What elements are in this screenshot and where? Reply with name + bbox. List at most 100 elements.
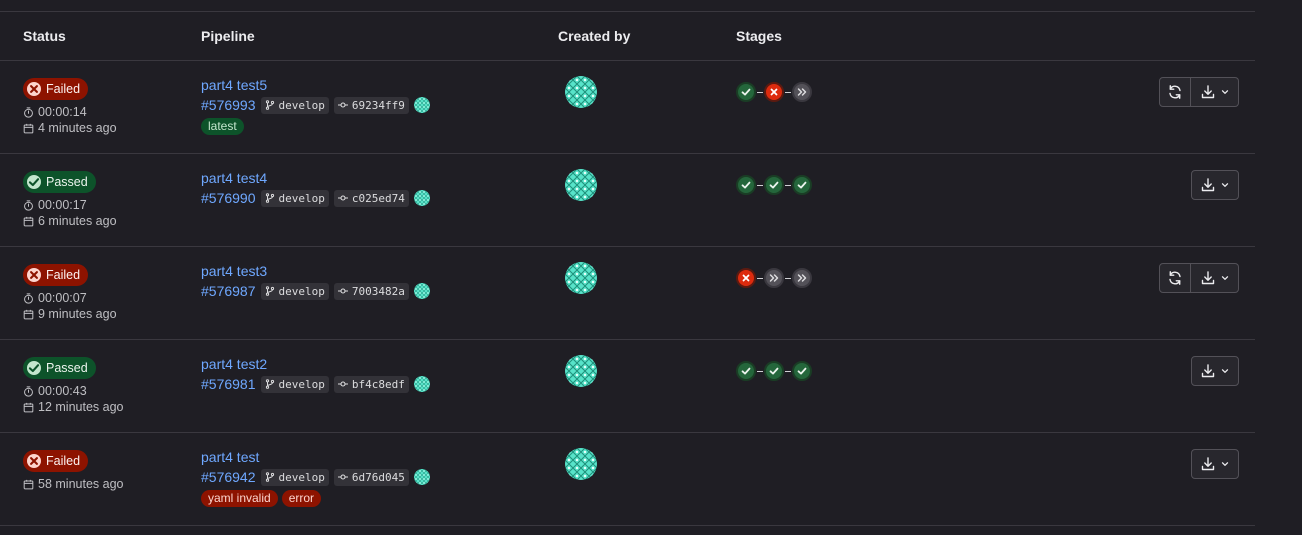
stage-success[interactable] — [736, 175, 756, 195]
download-artifacts-button[interactable] — [1191, 449, 1239, 479]
pipeline-title[interactable]: part4 test5 — [201, 76, 430, 94]
row-actions — [1191, 170, 1239, 200]
pipeline-label[interactable]: yaml invalid — [201, 490, 278, 507]
branch-icon — [265, 379, 275, 389]
download-artifacts-button[interactable] — [1191, 77, 1239, 107]
commit-author-avatar[interactable] — [413, 469, 430, 485]
passed-icon — [27, 175, 41, 189]
stage-connector — [785, 91, 791, 93]
stage-success[interactable] — [764, 175, 784, 195]
commit-author-avatar[interactable] — [413, 376, 430, 392]
creator-avatar[interactable] — [565, 262, 597, 294]
timer-icon — [23, 385, 34, 397]
finished-time: 12 minutes ago — [23, 399, 123, 415]
creator-avatar[interactable] — [565, 169, 597, 201]
status-badge[interactable]: Passed — [23, 171, 96, 193]
stage-connector — [757, 91, 763, 93]
stage-success[interactable] — [736, 82, 756, 102]
creator-avatar[interactable] — [565, 76, 597, 108]
branch-ref[interactable]: develop — [260, 96, 329, 114]
pipeline-label[interactable]: latest — [201, 118, 244, 135]
status-badge[interactable]: Failed — [23, 450, 89, 472]
table-row: Failed 58 minutes ago part4 test #576942… — [0, 433, 1255, 526]
branch-ref[interactable]: develop — [260, 189, 329, 207]
commit-sha[interactable]: 7003482a — [333, 282, 409, 300]
retry-button[interactable] — [1159, 263, 1191, 293]
download-artifacts-button[interactable] — [1191, 356, 1239, 386]
branch-icon — [265, 472, 275, 482]
table-row: Passed 00:00:17 6 minutes ago part4 test… — [0, 154, 1255, 247]
status-cell: Failed 00:00:07 9 minutes ago — [23, 264, 117, 322]
retry-button[interactable] — [1159, 77, 1191, 107]
commit-author-avatar[interactable] — [413, 283, 430, 299]
commit-sha[interactable]: c025ed74 — [333, 189, 409, 207]
pipeline-id[interactable]: #576993 — [201, 97, 256, 113]
download-artifacts-button[interactable] — [1191, 263, 1239, 293]
pipeline-id[interactable]: #576981 — [201, 376, 256, 392]
commit-sha[interactable]: 69234ff9 — [333, 96, 409, 114]
branch-ref[interactable]: develop — [260, 468, 329, 486]
success-icon — [740, 179, 752, 191]
failed-icon — [740, 272, 752, 284]
pipeline-label[interactable]: error — [281, 490, 322, 507]
retry-icon — [1167, 270, 1183, 286]
row-actions — [1191, 356, 1239, 386]
pipeline-cell: part4 test2 #576981 develop bf4c8edf — [201, 355, 430, 394]
success-icon — [740, 365, 752, 377]
failed-icon — [768, 86, 780, 98]
table-body: Failed 00:00:14 4 minutes ago part4 test… — [0, 61, 1255, 526]
pipeline-id[interactable]: #576942 — [201, 469, 256, 485]
status-badge[interactable]: Failed — [23, 78, 89, 100]
status-cell: Passed 00:00:43 12 minutes ago — [23, 357, 123, 415]
row-actions — [1191, 449, 1239, 479]
pipeline-title[interactable]: part4 test3 — [201, 262, 430, 280]
stage-skipped[interactable] — [764, 268, 784, 288]
stages-cell — [736, 175, 812, 195]
commit-icon — [337, 100, 348, 110]
stage-skipped[interactable] — [792, 82, 812, 102]
status-badge[interactable]: Passed — [23, 357, 96, 379]
pipeline-title[interactable]: part4 test2 — [201, 355, 430, 373]
branch-ref[interactable]: develop — [260, 375, 329, 393]
stage-success[interactable] — [736, 361, 756, 381]
commit-icon — [337, 379, 348, 389]
calendar-icon — [23, 123, 34, 134]
calendar-icon — [23, 309, 34, 320]
creator-avatar[interactable] — [565, 448, 597, 480]
duration: 00:00:43 — [23, 383, 123, 399]
pipelines-table: Status Pipeline Created by Stages Failed… — [0, 11, 1255, 526]
calendar-icon — [23, 216, 34, 227]
commit-author-avatar[interactable] — [413, 190, 430, 206]
stage-success[interactable] — [792, 175, 812, 195]
status-label: Passed — [46, 361, 88, 375]
commit-value: 6d76d045 — [351, 470, 405, 484]
commit-sha[interactable]: 6d76d045 — [333, 468, 409, 486]
commit-author-avatar[interactable] — [413, 97, 430, 113]
stage-failed[interactable] — [764, 82, 784, 102]
header-stages: Stages — [736, 28, 782, 44]
commit-value: c025ed74 — [351, 191, 405, 205]
success-icon — [740, 86, 752, 98]
stage-failed[interactable] — [736, 268, 756, 288]
download-artifacts-button[interactable] — [1191, 170, 1239, 200]
branch-icon — [265, 100, 275, 110]
creator-cell — [565, 448, 597, 483]
creator-avatar[interactable] — [565, 355, 597, 387]
header-status: Status — [23, 28, 66, 44]
status-badge[interactable]: Failed — [23, 264, 89, 286]
pipeline-title[interactable]: part4 test — [201, 448, 430, 466]
stage-success[interactable] — [792, 361, 812, 381]
stages-cell — [736, 82, 812, 102]
creator-cell — [565, 355, 597, 390]
header-pipeline: Pipeline — [201, 28, 255, 44]
stage-skipped[interactable] — [792, 268, 812, 288]
commit-sha[interactable]: bf4c8edf — [333, 375, 409, 393]
table-row: Passed 00:00:43 12 minutes ago part4 tes… — [0, 340, 1255, 433]
branch-ref[interactable]: develop — [260, 282, 329, 300]
pipeline-cell: part4 test3 #576987 develop 7003482a — [201, 262, 430, 301]
pipeline-id[interactable]: #576990 — [201, 190, 256, 206]
stage-success[interactable] — [764, 361, 784, 381]
pipeline-id[interactable]: #576987 — [201, 283, 256, 299]
failed-icon — [27, 82, 41, 96]
pipeline-title[interactable]: part4 test4 — [201, 169, 430, 187]
